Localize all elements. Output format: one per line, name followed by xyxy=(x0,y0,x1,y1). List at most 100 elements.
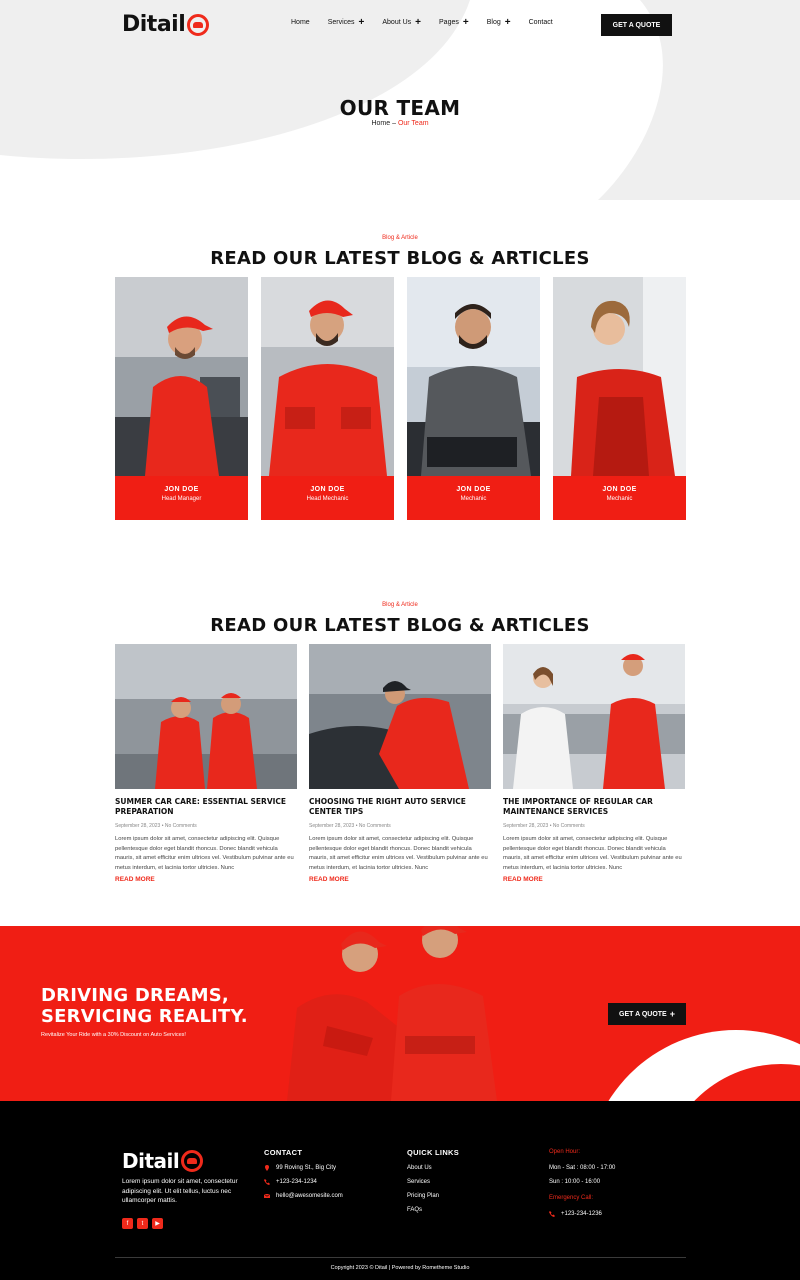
footer-links-heading: QUICK LINKS xyxy=(407,1148,460,1157)
blog-post-title[interactable]: SUMMER CAR CARE: ESSENTIAL SERVICE PREPA… xyxy=(115,797,297,817)
social-links: f t ▶ xyxy=(122,1218,163,1229)
breadcrumb-separator: – xyxy=(390,120,398,127)
team-member-name: JON DOE xyxy=(310,486,345,493)
location-pin-icon xyxy=(265,1165,269,1171)
team-member-role: Head Manager xyxy=(161,496,202,502)
team-member-role: Mechanic xyxy=(606,496,633,502)
blog-post-meta: September 28, 2023 • No Comments xyxy=(309,823,391,829)
footer-phone-text: +123-234-1234 xyxy=(276,1179,317,1185)
facebook-icon[interactable]: f xyxy=(122,1218,133,1229)
blog-post-title[interactable]: THE IMPORTANCE OF REGULAR CAR MAINTENANC… xyxy=(503,797,685,817)
footer-phone[interactable]: +123-234-1234 xyxy=(264,1179,317,1185)
footer-link-pricing-plan[interactable]: Pricing Plan xyxy=(407,1193,439,1199)
team-member-info: JON DOE Head Manager xyxy=(115,476,248,520)
copyright-text: Copyright 2023 © Ditail | Powered by Rom… xyxy=(330,1265,470,1271)
blog-post-meta: September 28, 2023 • No Comments xyxy=(115,823,197,829)
team-member-info: JON DOE Mechanic xyxy=(407,476,540,520)
logo-text: Ditail xyxy=(122,12,186,37)
weekday-hours: Mon - Sat : 08:00 - 17:00 xyxy=(549,1165,616,1171)
plus-icon: + xyxy=(415,17,422,28)
phone-icon xyxy=(264,1179,270,1185)
breadcrumb-current: Our Team xyxy=(397,120,429,127)
team-section-title: READ OUR LATEST BLOG & ARTICLES xyxy=(210,248,590,269)
team-member-photo xyxy=(115,277,248,476)
car-icon xyxy=(181,1150,204,1172)
read-more-link[interactable]: READ MORE xyxy=(309,876,349,883)
menu-item-contact[interactable]: Contact xyxy=(529,19,553,26)
cta-title-line-2: SERVICING REALITY. xyxy=(41,1006,248,1027)
blog-post-image[interactable] xyxy=(115,644,297,789)
team-member-photo xyxy=(407,277,540,476)
get-a-quote-button[interactable]: GET A QUOTE xyxy=(601,14,672,36)
team-section-eyebrow: Blog & Article xyxy=(382,235,418,241)
car-icon xyxy=(187,13,210,36)
team-card[interactable]: JON DOE Head Manager xyxy=(115,277,248,520)
mechanics-image xyxy=(287,926,497,1101)
blog-section-eyebrow: Blog & Article xyxy=(382,602,418,608)
team-member-role: Head Mechanic xyxy=(306,496,349,502)
blog-post-title[interactable]: CHOOSING THE RIGHT AUTO SERVICE CENTER T… xyxy=(309,797,491,817)
menu-item-label: Pages xyxy=(439,19,459,26)
team-member-photo xyxy=(261,277,394,476)
footer-address: 99 Roving St., Big City xyxy=(264,1165,336,1171)
footer-link-about-us[interactable]: About Us xyxy=(407,1165,432,1171)
footer-email[interactable]: hello@awesomesite.com xyxy=(264,1193,343,1199)
menu-item-label: Blog xyxy=(486,19,501,26)
site-footer: Ditail Lorem ipsum dolor sit amet, conse… xyxy=(0,1101,800,1280)
blog-section-title: READ OUR LATEST BLOG & ARTICLES xyxy=(210,615,590,636)
team-card[interactable]: JON DOE Mechanic xyxy=(407,277,540,520)
team-member-name: JON DOE xyxy=(456,486,491,493)
plus-icon: + xyxy=(669,1009,675,1019)
footer-link-faqs[interactable]: FAQs xyxy=(407,1207,422,1213)
blog-post-excerpt: Lorem ipsum dolor sit amet, consectetur … xyxy=(309,836,488,871)
team-member-name: JON DOE xyxy=(602,486,637,493)
plus-icon: + xyxy=(462,17,469,28)
plus-icon: + xyxy=(358,17,365,28)
team-member-photo xyxy=(553,277,686,476)
menu-item-blog[interactable]: Blog + xyxy=(486,17,511,28)
footer-contact-heading: CONTACT xyxy=(264,1148,303,1157)
plus-icon: + xyxy=(504,17,511,28)
menu-item-label: Services xyxy=(327,19,355,26)
footer-link-services[interactable]: Services xyxy=(407,1179,430,1185)
cta-title: DRIVING DREAMS, SERVICING REALITY. xyxy=(41,985,248,1027)
emergency-phone[interactable]: +123-234-1236 xyxy=(549,1211,602,1217)
email-icon xyxy=(264,1193,270,1198)
blog-post-excerpt: Lorem ipsum dolor sit amet, consectetur … xyxy=(115,836,294,871)
top-navigation: Ditail Home Services + About Us + Pages + B… xyxy=(0,0,800,50)
youtube-icon[interactable]: ▶ xyxy=(152,1218,163,1229)
cta-banner: DRIVING DREAMS, SERVICING REALITY. Revit… xyxy=(0,926,800,1101)
menu-item-pages[interactable]: Pages + xyxy=(439,17,469,28)
read-more-link[interactable]: READ MORE xyxy=(503,876,543,883)
cta-title-line-1: DRIVING DREAMS, xyxy=(41,985,229,1006)
sunday-hours: Sun : 10:00 - 16:00 xyxy=(549,1179,601,1185)
menu-item-home[interactable]: Home xyxy=(291,19,310,26)
cta-get-a-quote-button[interactable]: GET A QUOTE + xyxy=(608,1003,686,1025)
read-more-link[interactable]: READ MORE xyxy=(115,876,155,883)
team-member-info: JON DOE Head Mechanic xyxy=(261,476,394,520)
hero-section: Ditail Home Services + About Us + Pages + B… xyxy=(0,0,800,200)
team-member-info: JON DOE Mechanic xyxy=(553,476,686,520)
breadcrumb-home-link[interactable]: Home xyxy=(371,120,390,127)
menu-item-label: Contact xyxy=(528,19,553,26)
footer-divider xyxy=(115,1257,686,1258)
team-card[interactable]: JON DOE Mechanic xyxy=(553,277,686,520)
breadcrumb: Home – Our Team xyxy=(0,120,800,127)
team-member-role: Mechanic xyxy=(460,496,487,502)
menu-item-label: About Us xyxy=(382,19,412,26)
blog-post-image[interactable] xyxy=(309,644,491,789)
menu-item-about-us[interactable]: About Us + xyxy=(382,17,422,28)
twitter-icon[interactable]: t xyxy=(137,1218,148,1229)
site-logo[interactable]: Ditail xyxy=(122,12,210,37)
team-card[interactable]: JON DOE Head Mechanic xyxy=(261,277,394,520)
footer-email-text: hello@awesomesite.com xyxy=(276,1193,343,1199)
cta-subtitle: Revitalize Your Ride with a 30% Discount… xyxy=(41,1032,186,1038)
footer-logo[interactable]: Ditail xyxy=(122,1149,204,1173)
blog-post-image[interactable] xyxy=(503,644,685,789)
blog-post-meta: September 28, 2023 • No Comments xyxy=(503,823,585,829)
open-hours-label: Open Hour: xyxy=(549,1149,581,1155)
emergency-phone-text: +123-234-1236 xyxy=(561,1211,602,1217)
main-menu: Home Services + About Us + Pages + Blog + Co… xyxy=(291,17,571,28)
menu-item-label: Home xyxy=(291,19,310,26)
menu-item-services[interactable]: Services + xyxy=(327,17,365,28)
